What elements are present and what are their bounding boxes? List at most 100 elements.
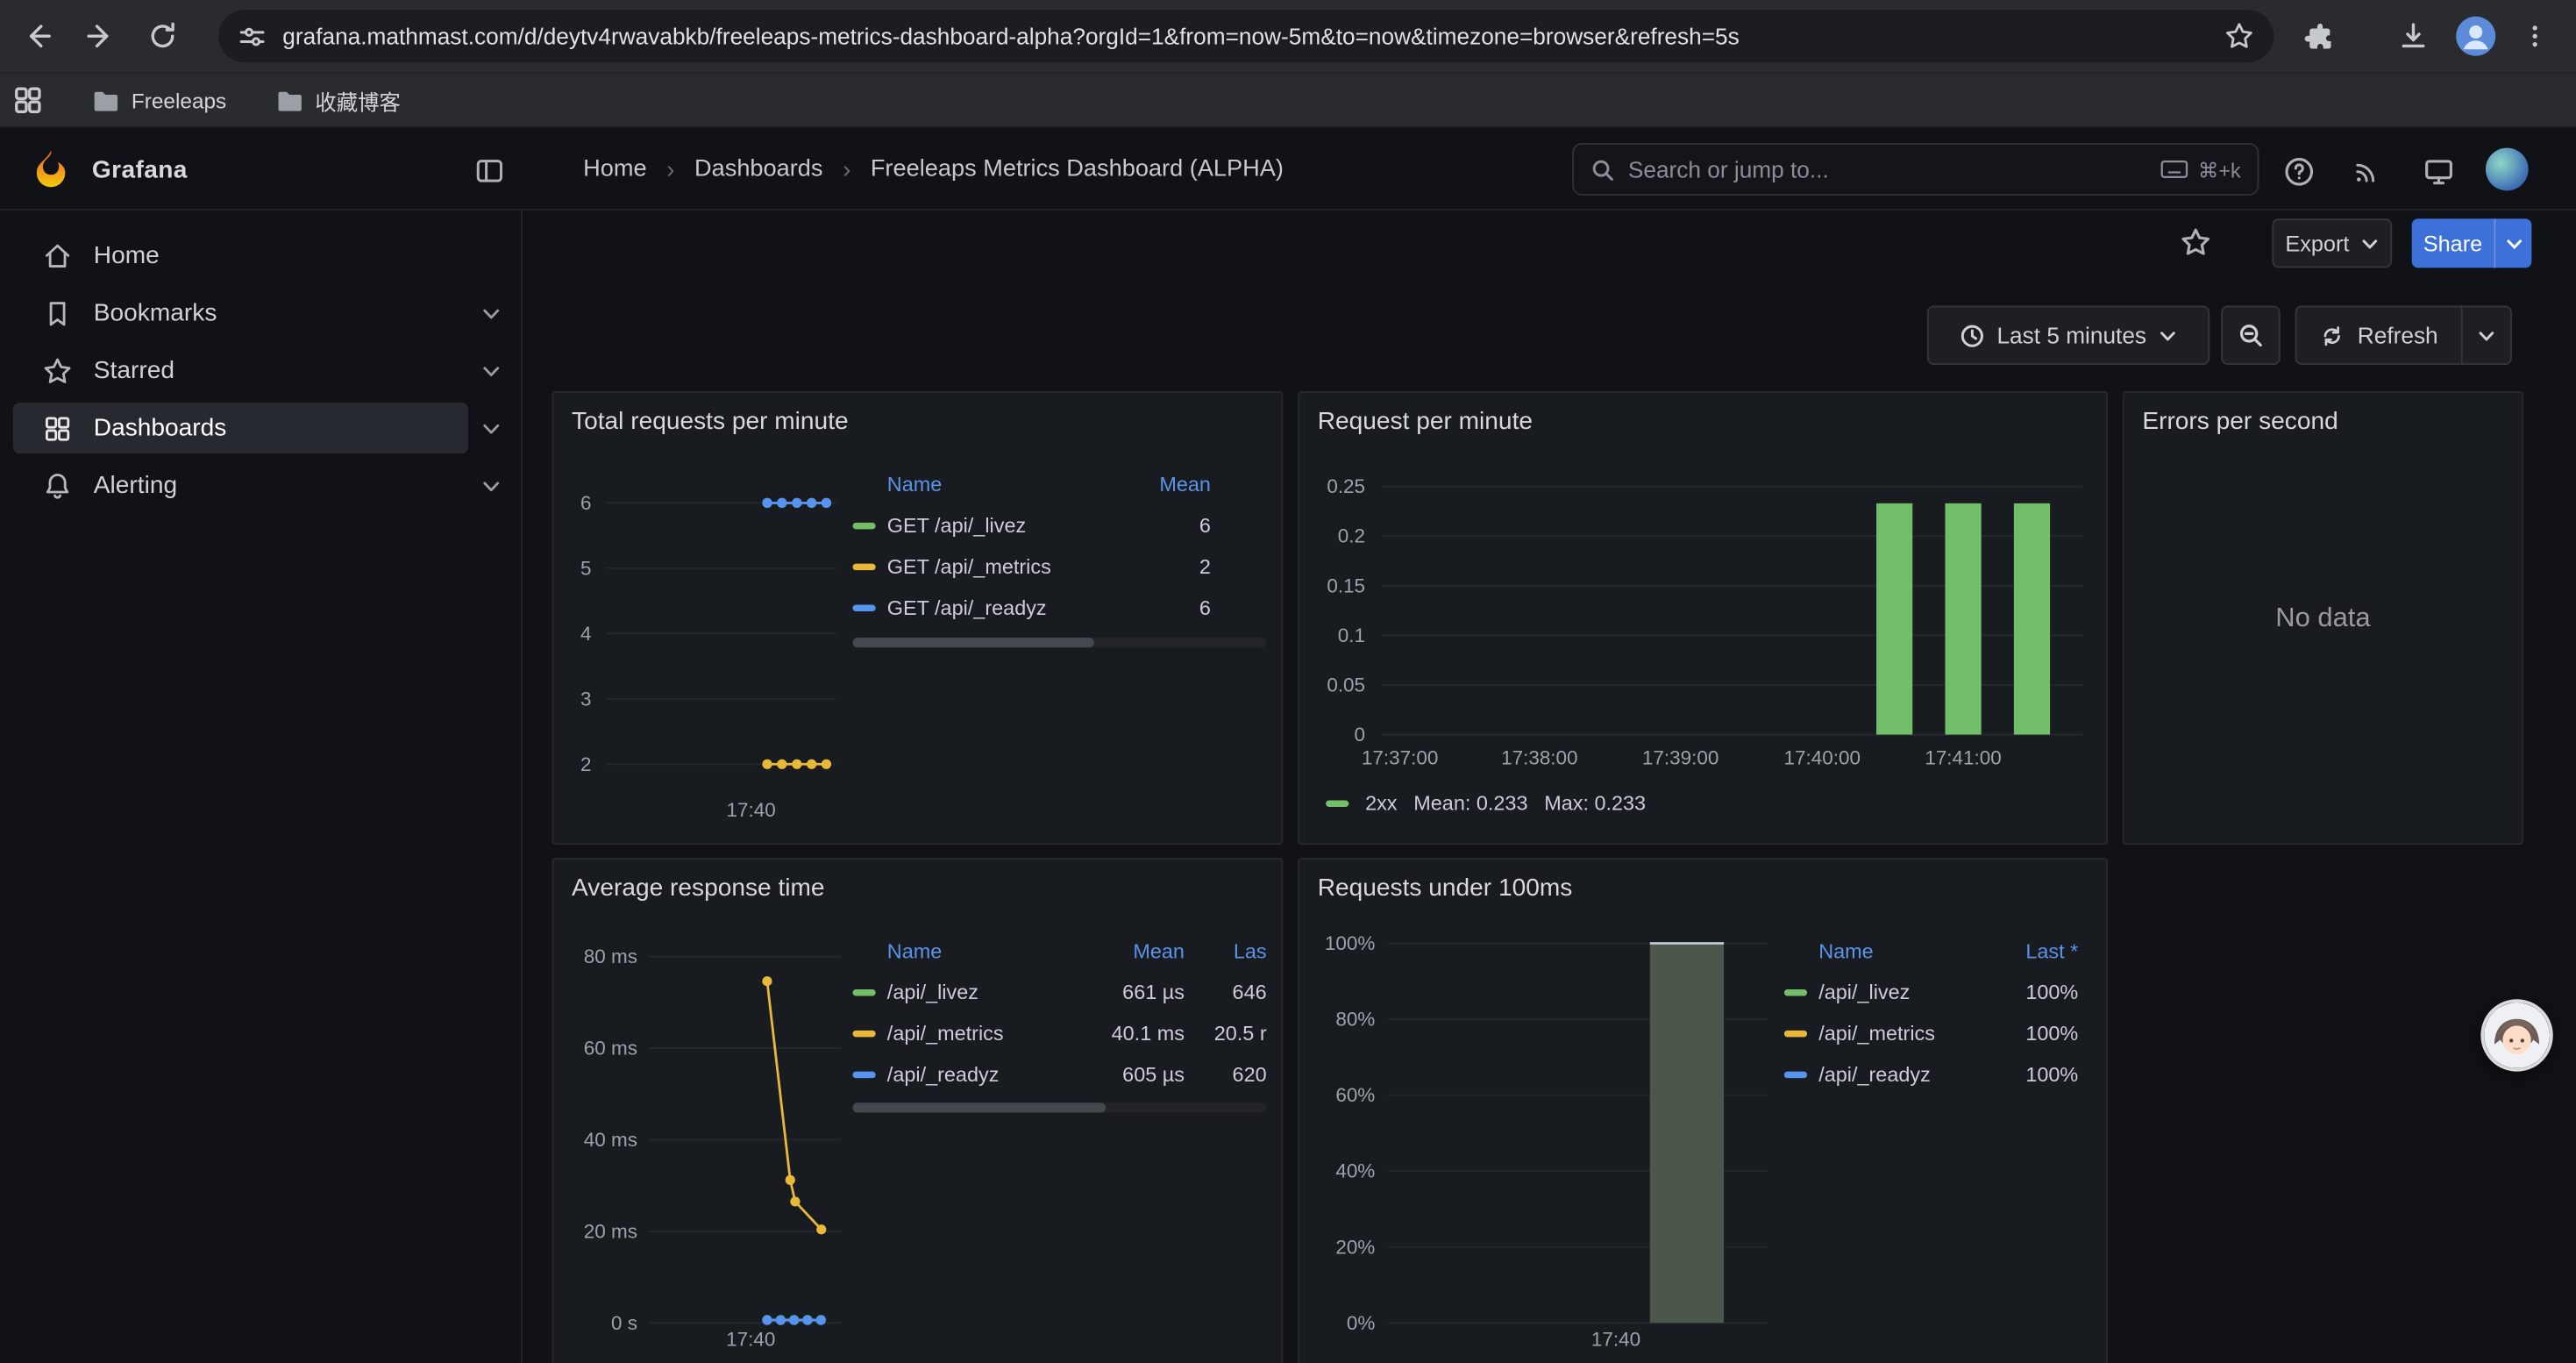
bookmark-star-icon[interactable] bbox=[2224, 21, 2254, 51]
sidebar-item-bookmarks[interactable]: Bookmarks bbox=[0, 284, 521, 342]
zoom-out-button[interactable] bbox=[2221, 306, 2280, 365]
grafana-brand[interactable]: Grafana bbox=[30, 128, 188, 211]
legend-table: NameLast */api/_livez100%/api/_metrics10… bbox=[1784, 931, 2089, 1094]
series-name[interactable]: GET /api/_metrics bbox=[887, 554, 1051, 577]
svg-text:60 ms: 60 ms bbox=[584, 1037, 637, 1059]
sidebar-toggle-icon[interactable] bbox=[468, 150, 511, 193]
downloads-icon[interactable] bbox=[2388, 11, 2437, 61]
breadcrumb-dashboards[interactable]: Dashboards bbox=[694, 156, 823, 182]
scrollbar-thumb[interactable] bbox=[852, 638, 1093, 647]
search-bar[interactable]: ⌘+k bbox=[1572, 143, 2259, 196]
legend-row: /api/_metrics40.1 ms20.5 r bbox=[852, 1012, 1266, 1053]
back-icon[interactable] bbox=[13, 11, 62, 61]
sidebar-nav: Home Bookmarks Starred Dashboards bbox=[0, 211, 523, 1363]
series-name[interactable]: /api/_readyz bbox=[1818, 1062, 1931, 1085]
panel-total-requests: Total requests per minute 6543217:40 Nam… bbox=[552, 391, 1284, 845]
panel-errors-per-second: Errors per second No data bbox=[2123, 391, 2523, 845]
extensions-icon[interactable] bbox=[2294, 11, 2343, 61]
site-settings-icon[interactable] bbox=[238, 22, 267, 50]
legend-header-name[interactable]: Name bbox=[1784, 940, 1999, 963]
sidebar-item-alerting[interactable]: Alerting bbox=[0, 457, 521, 515]
series-name[interactable]: /api/_livez bbox=[1818, 981, 1910, 1003]
series-color-dash bbox=[1784, 1071, 1807, 1077]
export-button[interactable]: Export bbox=[2272, 218, 2392, 268]
dashboards-icon bbox=[43, 413, 73, 443]
svg-text:17:38:00: 17:38:00 bbox=[1501, 746, 1577, 768]
search-shortcut: ⌘+k bbox=[2160, 157, 2241, 182]
svg-text:80%: 80% bbox=[1335, 1009, 1375, 1031]
star-icon bbox=[43, 356, 73, 386]
browser-toolbar bbox=[0, 0, 2576, 72]
refresh-icon bbox=[2320, 323, 2345, 347]
apps-grid-icon[interactable] bbox=[0, 77, 56, 123]
scrollbar-thumb[interactable] bbox=[852, 1103, 1106, 1112]
legend-row: GET /api/_readyz6 bbox=[852, 587, 1266, 628]
series-name[interactable]: 2xx bbox=[1365, 792, 1397, 815]
sidebar-item-starred[interactable]: Starred bbox=[0, 342, 521, 400]
news-rss-icon[interactable] bbox=[2346, 150, 2389, 193]
bookmark-folder-freeleaps[interactable]: Freeleaps bbox=[79, 82, 239, 119]
series-name[interactable]: GET /api/_livez bbox=[887, 514, 1026, 537]
favorite-star-icon[interactable] bbox=[2180, 227, 2211, 267]
assistant-avatar[interactable] bbox=[2480, 999, 2552, 1071]
svg-text:60%: 60% bbox=[1335, 1084, 1375, 1106]
legend-scrollbar[interactable] bbox=[852, 638, 1266, 647]
browser-profile-avatar[interactable] bbox=[2451, 11, 2501, 61]
user-avatar[interactable] bbox=[2486, 148, 2529, 191]
svg-text:0.25: 0.25 bbox=[1327, 475, 1365, 497]
svg-text:20%: 20% bbox=[1335, 1236, 1375, 1258]
chevron-down-icon[interactable] bbox=[481, 418, 501, 438]
chevron-down-icon[interactable] bbox=[481, 360, 501, 380]
legend-header[interactable]: Mean bbox=[1142, 474, 1211, 496]
series-value: 40.1 ms bbox=[1083, 1022, 1185, 1045]
panel-title[interactable]: Average response time bbox=[572, 874, 825, 903]
help-icon[interactable] bbox=[2277, 150, 2320, 193]
legend-row: /api/_readyz100% bbox=[1784, 1053, 2089, 1095]
series-name[interactable]: /api/_livez bbox=[887, 981, 978, 1003]
sidebar-item-dashboards[interactable]: Dashboards bbox=[0, 399, 521, 457]
series-name[interactable]: GET /api/_readyz bbox=[887, 596, 1047, 618]
zoom-out-icon bbox=[2238, 322, 2264, 348]
search-input[interactable] bbox=[1628, 156, 2160, 182]
series-color-dash bbox=[1784, 988, 1807, 995]
legend-header[interactable]: Las bbox=[1201, 940, 1267, 963]
requests-under-100ms-chart: 100%80%60%40%20%0%17:40 bbox=[1299, 922, 1779, 1359]
legend-table: NameMeanGET /api/_livez6GET /api/_metric… bbox=[852, 465, 1266, 627]
share-menu-chevron[interactable] bbox=[2494, 218, 2531, 268]
chevron-down-icon[interactable] bbox=[481, 475, 501, 495]
svg-text:17:39:00: 17:39:00 bbox=[1642, 746, 1719, 768]
forward-icon[interactable] bbox=[75, 11, 125, 61]
breadcrumb-separator: › bbox=[843, 155, 850, 183]
refresh-interval-chevron[interactable] bbox=[2461, 307, 2510, 363]
refresh-button[interactable]: Refresh bbox=[2296, 307, 2460, 363]
chevron-down-icon[interactable] bbox=[481, 303, 501, 323]
browser-menu-icon[interactable] bbox=[2510, 11, 2559, 61]
url-input[interactable] bbox=[282, 23, 2224, 49]
svg-text:0%: 0% bbox=[1347, 1312, 1375, 1334]
series-name[interactable]: /api/_readyz bbox=[887, 1062, 1000, 1085]
series-name[interactable]: /api/_metrics bbox=[1818, 1022, 1935, 1045]
monitor-icon[interactable] bbox=[2416, 150, 2459, 193]
breadcrumb-home[interactable]: Home bbox=[583, 156, 646, 182]
legend-header-name[interactable]: Name bbox=[852, 474, 1142, 496]
clock-icon bbox=[1960, 323, 1985, 347]
legend-header[interactable]: Mean bbox=[1083, 940, 1185, 963]
svg-text:5: 5 bbox=[580, 557, 592, 579]
svg-text:0.2: 0.2 bbox=[1338, 525, 1365, 547]
bookmarks-bar: Freeleaps 收藏博客 bbox=[0, 72, 2576, 128]
panel-title[interactable]: Requests under 100ms bbox=[1318, 874, 1573, 903]
reload-icon[interactable] bbox=[138, 11, 187, 61]
address-bar[interactable] bbox=[218, 10, 2274, 62]
legend-header[interactable]: Last * bbox=[1999, 940, 2078, 963]
series-name[interactable]: /api/_metrics bbox=[887, 1022, 1004, 1045]
panel-title[interactable]: Request per minute bbox=[1318, 408, 1533, 436]
time-range-picker[interactable]: Last 5 minutes bbox=[1927, 306, 2210, 365]
panel-title[interactable]: Total requests per minute bbox=[572, 408, 849, 436]
series-color-dash bbox=[852, 1030, 875, 1036]
panel-requests-under-100ms: Requests under 100ms 100%80%60%40%20%0%1… bbox=[1298, 858, 2108, 1363]
legend-header-name[interactable]: Name bbox=[852, 940, 1082, 963]
legend-scrollbar[interactable] bbox=[852, 1103, 1266, 1112]
share-button[interactable]: Share bbox=[2412, 218, 2494, 268]
bookmark-folder-blogs[interactable]: 收藏博客 bbox=[262, 78, 413, 123]
sidebar-item-home[interactable]: Home bbox=[0, 227, 521, 285]
